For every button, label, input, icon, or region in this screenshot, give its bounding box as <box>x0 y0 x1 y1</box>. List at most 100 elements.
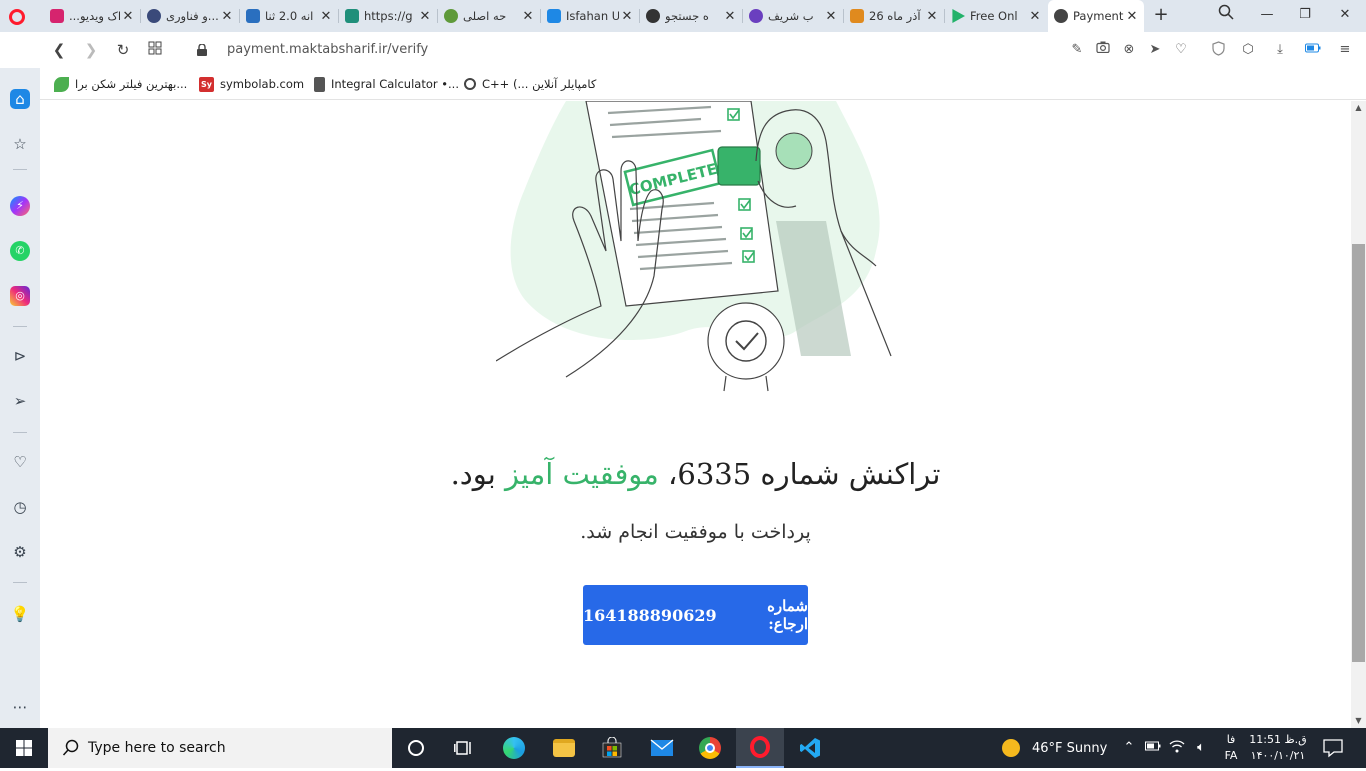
adblock-icon[interactable]: ⊗ <box>1120 41 1138 59</box>
close-tab-icon[interactable]: ✕ <box>520 9 536 24</box>
tab-favicon-icon <box>345 9 359 23</box>
close-tab-icon[interactable]: ✕ <box>318 9 334 24</box>
bookmark-label: بهترین فیلتر شکن برا... <box>75 77 188 91</box>
language-indicator[interactable]: فا FA <box>1222 732 1240 764</box>
vscode-icon[interactable] <box>786 728 834 768</box>
instagram-icon[interactable]: ◎ <box>10 286 30 306</box>
tab-strip: ...اک ویدیو ✕ و فناوری... ✕ انه 2.0 ثنا … <box>0 0 1366 32</box>
more-options-icon[interactable]: ⋯ <box>10 697 30 717</box>
tab-active-payment[interactable]: Payment ✕ <box>1048 0 1144 32</box>
opera-logo-icon[interactable] <box>9 9 25 25</box>
vertical-scrollbar[interactable]: ▲ ▼ <box>1351 101 1366 728</box>
tab-9[interactable]: Free Onl ✕ <box>945 0 1047 32</box>
url-field[interactable]: payment.maktabsharif.ir/verify <box>227 42 428 57</box>
tab-4[interactable]: حه اصلی ✕ <box>438 0 540 32</box>
close-tab-icon[interactable]: ✕ <box>924 9 940 24</box>
scroll-up-arrow-icon[interactable]: ▲ <box>1351 101 1366 115</box>
tab-7[interactable]: ب شریف ✕ <box>743 0 843 32</box>
clock-date: ۱۴۰۰/۱۰/۲۱ <box>1250 749 1306 762</box>
tab-3[interactable]: https://g ✕ <box>339 0 437 32</box>
lock-icon[interactable] <box>197 43 207 56</box>
microsoft-store-icon[interactable] <box>588 728 636 768</box>
settings-gear-icon[interactable]: ⚙ <box>10 542 30 562</box>
new-tab-button[interactable]: + <box>1152 4 1170 26</box>
show-hidden-icons-chevron-icon[interactable]: ⌃ <box>1120 739 1138 757</box>
close-window-button[interactable]: ✕ <box>1332 4 1358 26</box>
extensions-cube-icon[interactable]: ⬡ <box>1239 41 1257 59</box>
close-tab-icon[interactable]: ✕ <box>417 9 433 24</box>
heart-icon[interactable]: ♡ <box>1172 41 1190 59</box>
home-icon[interactable]: ⌂ <box>10 89 30 109</box>
sun-icon <box>1002 739 1020 757</box>
vpn-shield-icon[interactable] <box>1209 41 1227 59</box>
weather-widget[interactable]: 46°F Sunny <box>1002 728 1107 768</box>
tab-8[interactable]: 26 آذر ماه ✕ <box>844 0 944 32</box>
send-icon[interactable]: ➤ <box>1146 41 1164 59</box>
start-button[interactable] <box>0 728 48 768</box>
camera-icon[interactable] <box>1094 41 1112 59</box>
volume-icon[interactable]: 🔈︎ <box>1192 739 1210 757</box>
close-tab-icon[interactable]: ✕ <box>722 9 738 24</box>
tab-favicon-icon <box>749 9 763 23</box>
close-tab-icon[interactable]: ✕ <box>1027 9 1043 24</box>
notification-center-icon[interactable] <box>1322 738 1344 758</box>
close-tab-icon[interactable]: ✕ <box>823 9 839 24</box>
payment-page: COMPLETE تراکنش شماره 6335، موفقیت آمیز … <box>40 101 1351 728</box>
bookmark-cpp-compiler[interactable]: C++ (... کامپایلر آنلاین <box>464 75 596 93</box>
address-bar: ❮ ❯ ↻ payment.maktabsharif.ir/verify ✎ ⊗… <box>0 32 1366 68</box>
tips-lightbulb-icon[interactable]: 💡 <box>10 604 30 624</box>
file-explorer-icon[interactable] <box>540 728 588 768</box>
task-view-icon[interactable] <box>440 728 488 768</box>
extensions-icon[interactable]: ☆ <box>10 134 30 154</box>
flow-send-icon[interactable]: ➢ <box>10 391 30 411</box>
headline-suffix: بود. <box>450 457 505 491</box>
payment-success-message: پرداخت با موفقیت انجام شد. <box>580 521 811 543</box>
opera-taskbar-icon[interactable] <box>736 728 784 768</box>
minimize-button[interactable]: — <box>1254 4 1280 26</box>
tab-title: Payment <box>1073 9 1124 23</box>
player-icon[interactable]: ⊳ <box>10 346 30 366</box>
download-icon[interactable]: ⤓ <box>1271 41 1289 59</box>
back-button[interactable]: ❮ <box>49 39 69 61</box>
scrollbar-thumb[interactable] <box>1352 244 1365 662</box>
scroll-down-arrow-icon[interactable]: ▼ <box>1351 714 1366 728</box>
speed-dial-icon[interactable] <box>145 39 165 61</box>
taskbar-search-input[interactable]: Type here to search <box>48 728 392 768</box>
search-placeholder: Type here to search <box>88 740 226 756</box>
opera-sidebar: ⌂ ☆ ⚡ ✆ ◎ ⊳ ➢ ♡ ◷ ⚙ 💡 ⋯ <box>0 68 40 728</box>
bookmark-symbolab[interactable]: Sy symbolab.com <box>199 75 304 93</box>
close-tab-icon[interactable]: ✕ <box>619 9 635 24</box>
battery-saver-icon[interactable] <box>1304 41 1322 59</box>
tab-1[interactable]: و فناوری... ✕ <box>141 0 239 32</box>
close-tab-icon[interactable]: ✕ <box>219 9 235 24</box>
maximize-button[interactable]: ❐ <box>1292 4 1318 26</box>
close-tab-icon[interactable]: ✕ <box>120 9 136 24</box>
whatsapp-icon[interactable]: ✆ <box>10 241 30 261</box>
transaction-status-heading: تراکنش شماره 6335، موفقیت آمیز بود. <box>40 457 1351 491</box>
history-clock-icon[interactable]: ◷ <box>10 497 30 517</box>
mail-icon[interactable] <box>638 728 686 768</box>
tab-6[interactable]: ه جستجو ✕ <box>640 0 742 32</box>
tab-5[interactable]: Isfahan U ✕ <box>541 0 639 32</box>
language-code: FA <box>1224 749 1238 762</box>
tab-2[interactable]: انه 2.0 ثنا ✕ <box>240 0 338 32</box>
easy-setup-menu-icon[interactable]: ≡ <box>1336 41 1354 59</box>
cortana-icon[interactable] <box>392 728 440 768</box>
bookmark-vpn[interactable]: بهترین فیلتر شکن برا... <box>54 75 187 93</box>
wifi-icon[interactable] <box>1168 739 1186 757</box>
chrome-icon[interactable] <box>686 728 734 768</box>
battery-icon[interactable] <box>1144 739 1162 757</box>
edge-icon[interactable] <box>490 728 538 768</box>
messenger-icon[interactable]: ⚡ <box>10 196 30 216</box>
tab-favicon-icon <box>147 9 161 23</box>
tab-search-icon[interactable] <box>1213 4 1239 26</box>
tab-0[interactable]: ...اک ویدیو ✕ <box>44 0 140 32</box>
system-clock[interactable]: 11:51 ق.ظ ۱۴۰۰/۱۰/۲۱ <box>1248 732 1308 764</box>
reload-button[interactable]: ↻ <box>113 39 133 61</box>
close-tab-icon[interactable]: ✕ <box>1124 9 1140 24</box>
forward-button[interactable]: ❯ <box>81 39 101 61</box>
edit-icon[interactable]: ✎ <box>1068 41 1086 59</box>
bookmark-label: Integral Calculator •... <box>331 77 459 91</box>
bookmarks-heart-icon[interactable]: ♡ <box>10 452 30 472</box>
bookmark-integral-calculator[interactable]: Integral Calculator •... <box>314 75 459 93</box>
